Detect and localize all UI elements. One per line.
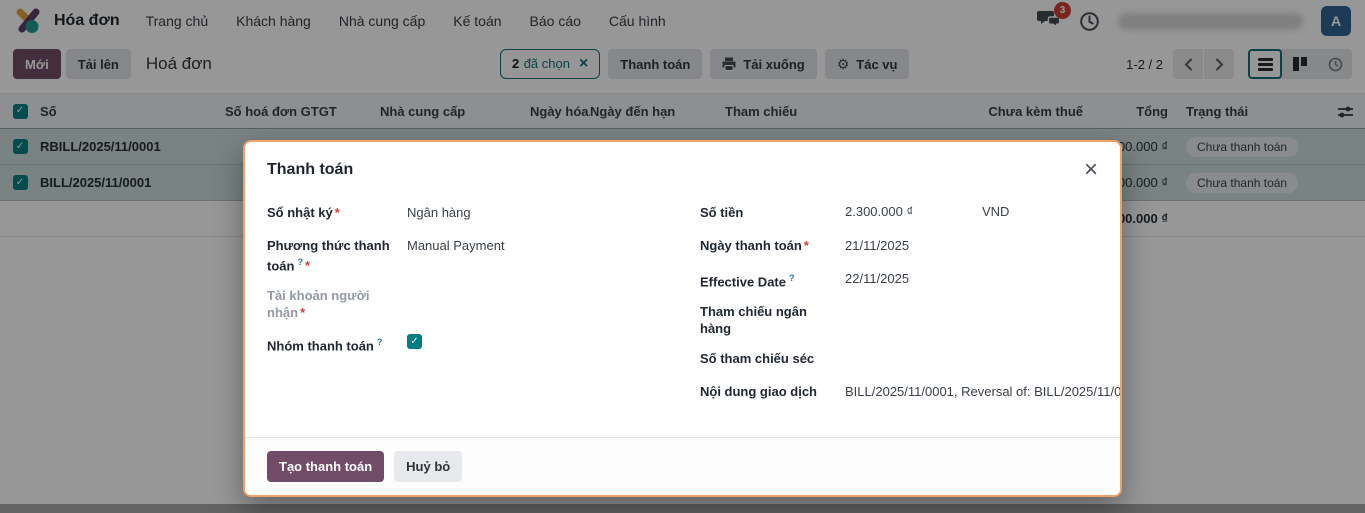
payment-date-field: Ngày thanh toán* 21/11/2025 [700, 237, 1120, 257]
help-mark: ? [789, 273, 795, 283]
group-payments-label: Nhóm thanh toán [267, 339, 374, 354]
group-payments-checkbox[interactable]: ✓ [407, 334, 422, 349]
effective-date-field: Effective Date? 22/11/2025 [700, 270, 1120, 290]
payment-method-label: Phương thức thanh toán [267, 238, 390, 273]
bank-reference-field: Tham chiếu ngân hàng [700, 303, 1120, 337]
currency-value[interactable]: VND [982, 204, 1009, 219]
bank-reference-label: Tham chiếu ngân hàng [700, 303, 845, 337]
payment-method-value[interactable]: Manual Payment [407, 237, 700, 254]
help-mark: ? [377, 337, 383, 347]
required-mark: * [335, 205, 340, 220]
recipient-account-field: Tài khoản người nhận* [267, 287, 700, 321]
amount-field: Số tiền 2.300.000 ₫ VND [700, 204, 1120, 224]
required-mark: * [305, 258, 310, 273]
recipient-account-label: Tài khoản người nhận [267, 288, 369, 320]
group-payments-field: Nhóm thanh toán? ✓ [267, 334, 700, 354]
dialog-left-column: Sổ nhật ký* Ngân hàng Phương thức thanh … [267, 204, 700, 437]
effective-date-value[interactable]: 22/11/2025 [845, 270, 1120, 287]
dialog-footer: Tạo thanh toán Huỷ bỏ [245, 437, 1120, 495]
journal-value[interactable]: Ngân hàng [407, 204, 700, 221]
payment-date-value[interactable]: 21/11/2025 [845, 237, 1120, 254]
close-icon[interactable]: × [1084, 158, 1098, 182]
memo-label: Nội dung giao dịch [700, 383, 845, 400]
payment-method-field: Phương thức thanh toán?* Manual Payment [267, 237, 700, 274]
journal-label: Sổ nhật ký [267, 205, 333, 220]
effective-date-label: Effective Date [700, 274, 786, 289]
check-reference-field: Số tham chiếu séc [700, 350, 1120, 370]
create-payment-button[interactable]: Tạo thanh toán [267, 451, 384, 482]
journal-field: Sổ nhật ký* Ngân hàng [267, 204, 700, 224]
amount-value[interactable]: 2.300.000 ₫ [845, 204, 982, 219]
cancel-button[interactable]: Huỷ bỏ [394, 451, 462, 482]
payment-date-label: Ngày thanh toán [700, 238, 802, 253]
dialog-right-column: Số tiền 2.300.000 ₫ VND Ngày thanh toán*… [700, 204, 1120, 437]
app-window: Hóa đơn Trang chủ Khách hàng Nhà cung cấ… [0, 0, 1365, 513]
help-mark: ? [297, 257, 303, 267]
memo-value[interactable]: BILL/2025/11/0001, Reversal of: BILL/202… [845, 383, 1120, 400]
payment-dialog: Thanh toán × Sổ nhật ký* Ngân hàng Phươn… [243, 140, 1122, 497]
amount-label: Số tiền [700, 204, 845, 221]
required-mark: * [804, 238, 809, 253]
dialog-title: Thanh toán [267, 161, 353, 179]
check-reference-label: Số tham chiếu séc [700, 350, 845, 367]
memo-field: Nội dung giao dịch BILL/2025/11/0001, Re… [700, 383, 1120, 403]
required-mark: * [300, 305, 305, 320]
